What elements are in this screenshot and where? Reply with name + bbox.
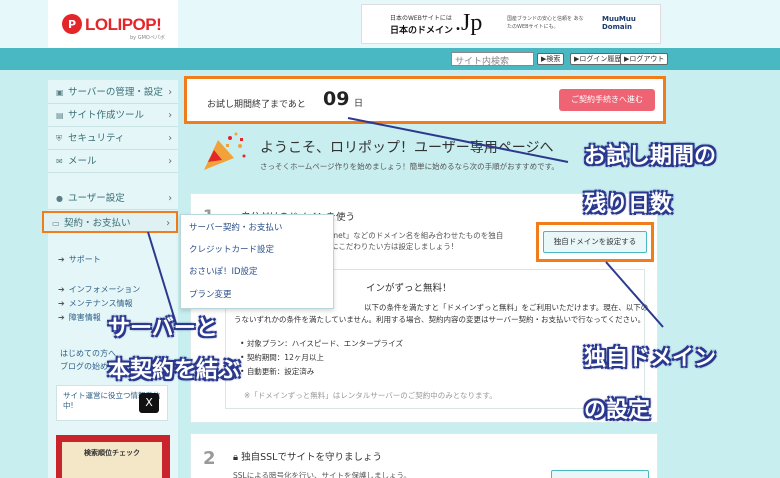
annotation-lines <box>147 117 664 331</box>
annotation-trial-days-line1: お試し期間の <box>584 144 717 169</box>
annotation-domain-line2: の設定 <box>584 398 651 423</box>
annotation-trial-days-line2: 残り日数 <box>584 192 673 217</box>
annotation-domain-line1: 独自ドメイン <box>584 346 717 371</box>
annotation-contract-line2: 本契約を結ぶ <box>108 358 241 383</box>
annotation-contract-line1: サーバーと <box>108 316 218 341</box>
